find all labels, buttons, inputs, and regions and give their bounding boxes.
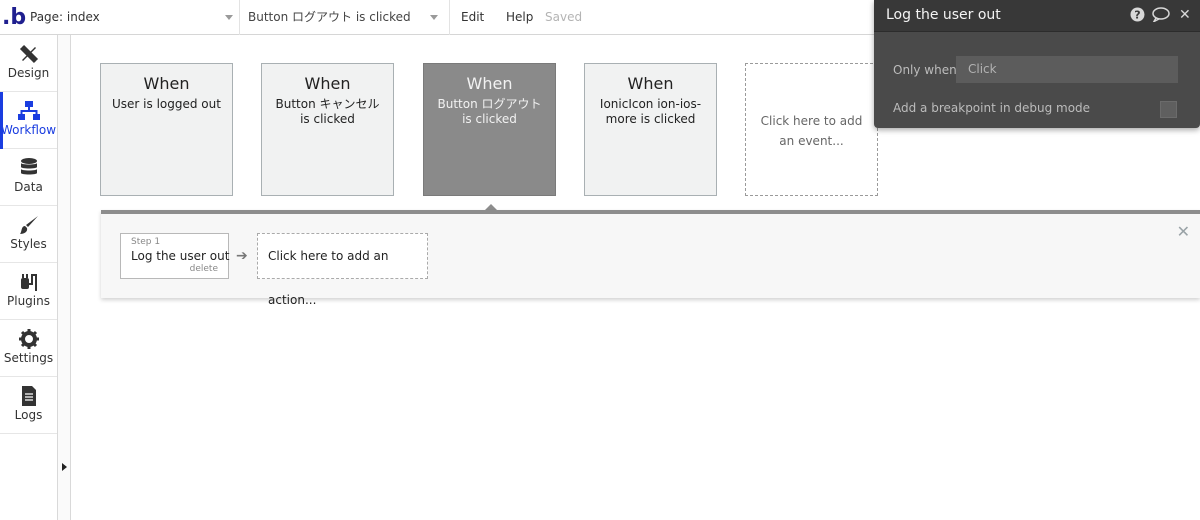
help-menu[interactable]: Help xyxy=(506,0,533,35)
plug-icon xyxy=(0,263,57,293)
sidebar-item-label: Data xyxy=(14,180,43,194)
event-description: User is logged out xyxy=(112,97,221,111)
breakpoint-label: Add a breakpoint in debug mode xyxy=(893,101,1091,115)
event-when: When xyxy=(627,74,674,93)
action-step[interactable]: Step 1 Log the user out delete xyxy=(120,233,229,279)
event-card-selected[interactable]: When Button ログアウト is clicked xyxy=(423,63,556,196)
event-when: When xyxy=(143,74,190,93)
only-when-label: Only when xyxy=(893,63,957,77)
design-icon xyxy=(0,35,57,65)
sidebar-item-label: Plugins xyxy=(7,294,50,308)
help-icon[interactable]: ? xyxy=(1130,7,1145,26)
add-event-card[interactable]: Click here to add an event... xyxy=(745,63,878,196)
event-description: Button キャンセル is clicked xyxy=(275,97,380,126)
breakpoint-checkbox[interactable] xyxy=(1160,101,1177,118)
sidebar-item-label: Logs xyxy=(14,408,43,422)
sidebar-item-plugins[interactable]: Plugins xyxy=(0,263,57,320)
saved-status: Saved xyxy=(545,10,583,24)
page-selector[interactable]: Page: index xyxy=(24,0,240,35)
arrow-right-icon: ➔ xyxy=(236,248,248,264)
sidebar-gutter xyxy=(58,35,71,520)
comment-icon[interactable] xyxy=(1152,7,1170,26)
add-event-label: Click here to add an event... xyxy=(760,114,863,148)
gear-icon xyxy=(0,320,57,350)
property-editor-title: Log the user out xyxy=(886,7,1001,23)
sidebar-item-workflow[interactable]: Workflow xyxy=(0,92,57,149)
property-editor: Log the user out ? ✕ Only when Click Add… xyxy=(874,0,1200,128)
edit-menu[interactable]: Edit xyxy=(461,0,484,35)
property-editor-header[interactable]: Log the user out ? ✕ xyxy=(874,0,1200,32)
document-icon xyxy=(0,377,57,407)
sidebar-item-settings[interactable]: Settings xyxy=(0,320,57,377)
step-name: Log the user out xyxy=(131,249,230,263)
event-description: IonicIcon ion-ios-more is clicked xyxy=(599,97,702,126)
add-action-button[interactable]: Click here to add an action... xyxy=(257,233,428,307)
sidebar-item-design[interactable]: Design xyxy=(0,35,57,92)
actions-panel: ✕ Step 1 Log the user out delete ➔ Click… xyxy=(101,210,1200,307)
only-when-input[interactable]: Click xyxy=(956,56,1178,83)
sidebar-item-styles[interactable]: Styles xyxy=(0,206,57,263)
sidebar-item-label: Styles xyxy=(10,237,47,251)
step-number: Step 1 xyxy=(131,237,161,247)
event-card[interactable]: When IonicIcon ion-ios-more is clicked xyxy=(584,63,717,196)
page-selector-label: Page: index xyxy=(30,10,100,24)
bubble-logo[interactable]: .b xyxy=(0,0,26,35)
sidebar-item-data[interactable]: Data xyxy=(0,149,57,206)
sidebar-item-label: Settings xyxy=(3,351,54,365)
sidebar: Design Workflow Data Styles Plugins Sett… xyxy=(0,35,58,520)
close-icon[interactable]: ✕ xyxy=(1179,7,1191,23)
chevron-down-icon xyxy=(225,15,233,20)
database-icon xyxy=(0,149,57,179)
chevron-down-icon xyxy=(430,15,438,20)
event-selector-label: Button ログアウト is clicked xyxy=(248,10,411,24)
chevron-right-icon[interactable] xyxy=(62,463,67,471)
close-icon[interactable]: ✕ xyxy=(1177,222,1190,241)
event-when: When xyxy=(466,74,513,93)
event-selector[interactable]: Button ログアウト is clicked xyxy=(240,0,450,35)
event-card[interactable]: When User is logged out xyxy=(100,63,233,196)
event-description: Button ログアウト is clicked xyxy=(437,97,542,126)
event-card[interactable]: When Button キャンセル is clicked xyxy=(261,63,394,196)
workflow-icon xyxy=(0,92,57,122)
sidebar-item-label: Workflow xyxy=(0,123,57,137)
event-when: When xyxy=(304,74,351,93)
delete-step-link[interactable]: delete xyxy=(190,264,218,274)
svg-text:?: ? xyxy=(1134,9,1140,22)
sidebar-item-label: Design xyxy=(7,66,50,80)
sidebar-item-logs[interactable]: Logs xyxy=(0,377,57,434)
brush-icon xyxy=(0,206,57,236)
